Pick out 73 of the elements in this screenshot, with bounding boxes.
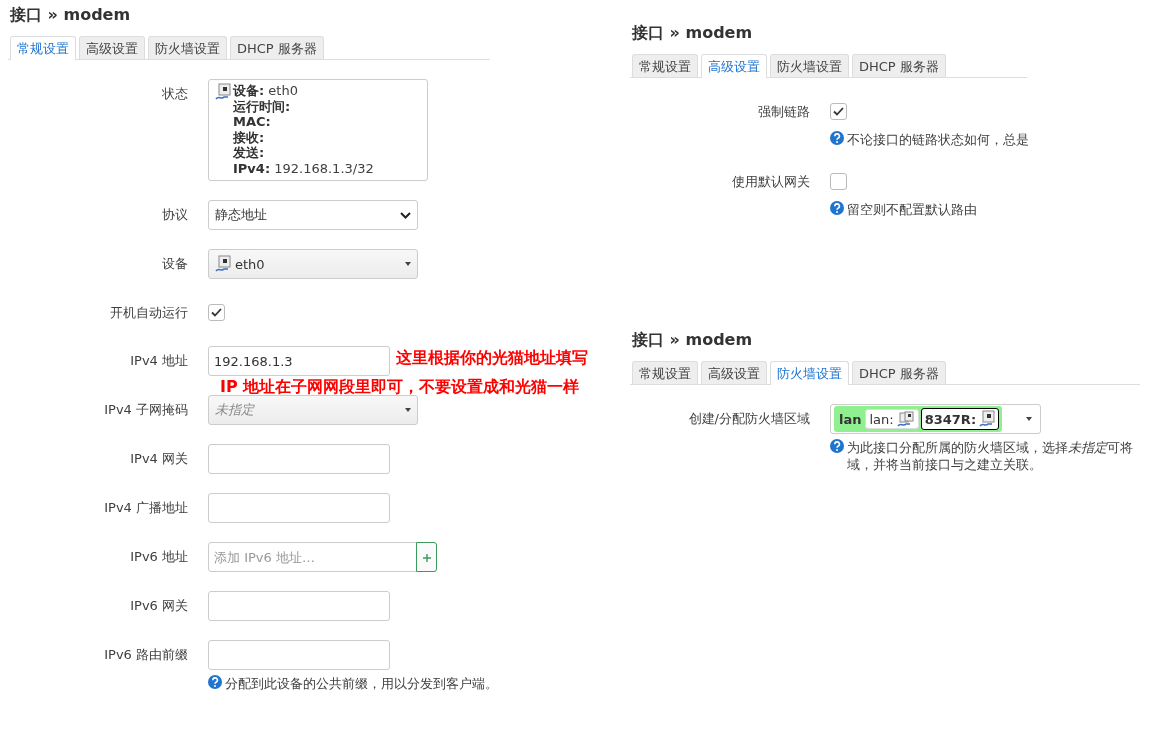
input-field[interactable] (208, 640, 390, 670)
tab[interactable]: DHCP 服务器 (852, 361, 946, 384)
network-devices-icon (896, 411, 915, 427)
help-icon (830, 201, 844, 215)
page-title: 接口 » modem (632, 22, 754, 44)
help-icon (830, 131, 844, 145)
field-label: 开机自动运行 (109, 304, 188, 322)
zone-dropdown[interactable]: lan lan: 8347R: (830, 404, 1041, 434)
field-label: 设备 (161, 255, 188, 273)
tab[interactable]: 高级设置 (701, 361, 767, 384)
dropdown-caret-icon (405, 262, 411, 266)
protocol-select[interactable]: 静态地址 (208, 200, 418, 230)
tab[interactable]: 常规设置 (632, 361, 698, 384)
tab[interactable]: 高级设置 (701, 54, 767, 78)
interface-chip[interactable]: lan: (865, 409, 919, 429)
help-icon (830, 439, 844, 453)
tab[interactable]: DHCP 服务器 (230, 36, 324, 59)
tab[interactable]: 防火墙设置 (770, 361, 849, 385)
device-dropdown[interactable]: eth0 (208, 249, 418, 279)
field-label: 状态 (161, 85, 188, 103)
page-title: 接口 » modem (632, 329, 754, 351)
input-field[interactable]: 添加 IPv6 地址… (208, 542, 417, 572)
field-label: 创建/分配防火墙区域 (687, 410, 810, 428)
field-label: IPv6 网关 (129, 597, 188, 615)
field-label: IPv6 路由前缀 (103, 646, 188, 664)
input-field[interactable] (208, 493, 390, 523)
network-device-icon (215, 83, 231, 101)
help-text: 为此接口分配所属的防火墙区域，选择未指定可将 (847, 439, 1133, 456)
add-button[interactable] (416, 542, 437, 572)
status-line: 设备: eth0 (233, 83, 299, 99)
help-text: 不论接口的链路状态如何，总是 (847, 131, 1029, 148)
plus-icon (422, 554, 431, 562)
help-text: 留空则不配置默认路由 (847, 201, 977, 218)
network-device-icon (979, 410, 996, 428)
tab[interactable]: 防火墙设置 (770, 54, 849, 77)
field-label: 强制链路 (757, 103, 810, 121)
network-device-icon (215, 255, 231, 273)
field-label: IPv4 地址 (129, 352, 188, 370)
status-line: 运行时间: (233, 98, 292, 114)
status-line: IPv4: 192.168.1.3/32 (233, 160, 374, 176)
tab[interactable]: 常规设置 (632, 54, 698, 77)
input-field[interactable] (208, 591, 390, 621)
status-line: 发送: (233, 145, 266, 161)
check-icon (833, 107, 844, 116)
page-title: 接口 » modem (10, 4, 132, 26)
input-field[interactable]: 192.168.1.3 (208, 346, 390, 376)
zone-name: lan (838, 411, 863, 427)
checkbox[interactable] (208, 304, 225, 321)
field-label: 协议 (161, 206, 188, 224)
annotation-text: IP 地址在子网网段里即可，不要设置成和光猫一样 (220, 378, 580, 396)
tab[interactable]: 防火墙设置 (148, 36, 227, 59)
annotation-text: 这里根据你的光猫地址填写 (396, 349, 588, 367)
tab[interactable]: 常规设置 (10, 36, 76, 60)
help-text: 分配到此设备的公共前缀，用以分发到客户端。 (225, 675, 498, 692)
field-label: IPv6 地址 (129, 548, 188, 566)
checkbox[interactable] (830, 173, 847, 190)
field-label: IPv4 网关 (129, 450, 188, 468)
tab[interactable]: 高级设置 (79, 36, 145, 59)
field-label: IPv4 子网掩码 (103, 401, 188, 419)
checkbox[interactable] (830, 103, 847, 120)
field-label: IPv4 广播地址 (103, 499, 188, 517)
interface-chip[interactable]: 8347R: (920, 408, 1000, 430)
check-icon (211, 308, 222, 317)
status-line: 接收: (233, 129, 266, 145)
chevron-down-icon (400, 211, 411, 219)
dropdown-caret-icon (405, 408, 411, 412)
tab[interactable]: DHCP 服务器 (852, 54, 946, 77)
help-text: 域，并将当前接口与之建立关联。 (847, 456, 1043, 473)
status-line: MAC: (233, 114, 272, 130)
input-field[interactable] (208, 444, 390, 474)
help-icon (208, 675, 222, 689)
field-label: 使用默认网关 (731, 173, 810, 191)
dropdown-caret-icon (1026, 417, 1032, 421)
